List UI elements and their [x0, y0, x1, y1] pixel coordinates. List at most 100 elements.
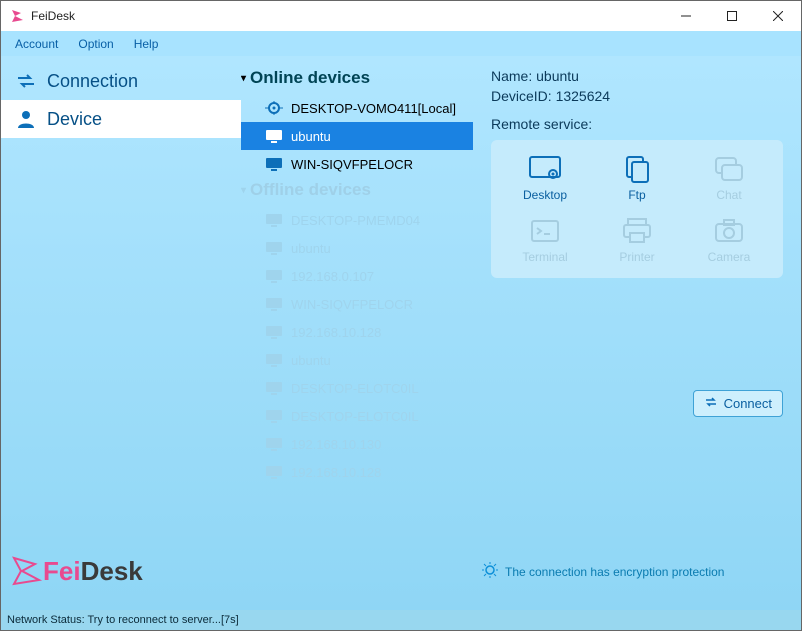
service-terminal-label: Terminal: [522, 250, 567, 264]
monitor-icon: [265, 381, 283, 395]
monitor-icon: [265, 129, 283, 143]
minimize-button[interactable]: [663, 1, 709, 31]
monitor-icon: [265, 353, 283, 367]
device-label: 192.168.10.128: [291, 465, 381, 480]
online-devices-header[interactable]: ▾ Online devices: [241, 66, 473, 94]
device-item[interactable]: 192.168.10.130: [241, 430, 473, 458]
maximize-button[interactable]: [709, 1, 755, 31]
nav-connection-label: Connection: [47, 71, 138, 92]
device-item[interactable]: WIN-SIQVFPELOCR: [241, 290, 473, 318]
chevron-down-icon: ▾: [241, 185, 246, 196]
desktop-icon: [527, 154, 563, 184]
device-item[interactable]: DESKTOP-ELOTC0IL: [241, 374, 473, 402]
device-id-label: DeviceID:: [491, 88, 552, 104]
connect-button[interactable]: Connect: [693, 390, 783, 417]
brand-fei: Fei: [43, 556, 81, 587]
menu-option[interactable]: Option: [70, 34, 121, 54]
service-ftp-label: Ftp: [628, 188, 645, 202]
offline-devices-header[interactable]: ▾ Offline devices: [241, 178, 473, 206]
device-label: 192.168.0.107: [291, 269, 374, 284]
online-devices-label: Online devices: [250, 68, 370, 88]
nav-connection[interactable]: Connection: [1, 62, 241, 100]
target-icon: [265, 101, 283, 115]
device-item[interactable]: DESKTOP-VOMO411[Local]: [241, 94, 473, 122]
brand-icon: [9, 554, 43, 588]
service-chat[interactable]: Chat: [685, 154, 773, 202]
terminal-icon: [527, 216, 563, 246]
monitor-icon: [265, 437, 283, 451]
services-box: Desktop Ftp Chat Terminal Printer Camera: [491, 140, 783, 278]
monitor-icon: [265, 325, 283, 339]
service-printer-label: Printer: [619, 250, 654, 264]
device-label: ubuntu: [291, 353, 331, 368]
device-list-panel: ▾ Online devices DESKTOP-VOMO411[Local] …: [241, 56, 473, 610]
device-label: DESKTOP-ELOTC0IL: [291, 381, 419, 396]
device-item[interactable]: DESKTOP-ELOTC0IL: [241, 402, 473, 430]
device-label: DESKTOP-VOMO411[Local]: [291, 101, 456, 116]
monitor-icon: [265, 297, 283, 311]
device-label: ubuntu: [291, 241, 331, 256]
device-label: 192.168.10.128: [291, 325, 381, 340]
device-label: DESKTOP-ELOTC0IL: [291, 409, 419, 424]
monitor-icon: [265, 213, 283, 227]
device-label: 192.168.10.130: [291, 437, 381, 452]
device-item[interactable]: DESKTOP-PMEMD04: [241, 206, 473, 234]
device-id-row: DeviceID: 1325624: [491, 88, 783, 104]
monitor-icon: [265, 269, 283, 283]
camera-icon: [711, 216, 747, 246]
left-nav: Connection Device: [1, 56, 241, 610]
service-camera[interactable]: Camera: [685, 216, 773, 264]
titlebar: FeiDesk: [1, 1, 801, 31]
copy-icon: [619, 154, 655, 184]
device-item[interactable]: ubuntu: [241, 122, 473, 150]
menubar: Account Option Help: [1, 31, 801, 56]
service-terminal[interactable]: Terminal: [501, 216, 589, 264]
printer-icon: [619, 216, 655, 246]
statusbar: Network Status: Try to reconnect to serv…: [1, 610, 801, 630]
brand-desk: Desk: [81, 556, 143, 587]
service-printer[interactable]: Printer: [593, 216, 681, 264]
device-name-value: ubuntu: [536, 68, 579, 84]
swap-arrows-icon: [15, 70, 37, 92]
device-label: DESKTOP-PMEMD04: [291, 213, 420, 228]
app-logo-icon: [9, 8, 25, 24]
window-controls: [663, 1, 801, 31]
service-desktop-label: Desktop: [523, 188, 567, 202]
remote-service-label: Remote service:: [491, 116, 783, 132]
brand-logo: Fei Desk: [9, 554, 143, 588]
encryption-note: The connection has encryption protection: [481, 561, 724, 582]
device-label: WIN-SIQVFPELOCR: [291, 157, 413, 172]
swap-arrows-icon: [704, 395, 718, 412]
device-item[interactable]: ubuntu: [241, 346, 473, 374]
device-item[interactable]: 192.168.0.107: [241, 262, 473, 290]
menu-account[interactable]: Account: [7, 34, 66, 54]
monitor-icon: [265, 409, 283, 423]
device-item[interactable]: 192.168.10.128: [241, 458, 473, 486]
chevron-down-icon: ▾: [241, 73, 246, 84]
statusbar-text: Network Status: Try to reconnect to serv…: [7, 614, 239, 626]
device-label: ubuntu: [291, 129, 331, 144]
connect-button-label: Connect: [724, 396, 772, 411]
device-item[interactable]: 192.168.10.128: [241, 318, 473, 346]
service-camera-label: Camera: [708, 250, 751, 264]
menu-help[interactable]: Help: [126, 34, 167, 54]
chat-icon: [711, 154, 747, 184]
lightbulb-icon: [481, 561, 499, 582]
device-item[interactable]: ubuntu: [241, 234, 473, 262]
window-title: FeiDesk: [31, 9, 663, 23]
main-area: Connection Device Fei Desk ▾ Online devi…: [1, 56, 801, 610]
service-ftp[interactable]: Ftp: [593, 154, 681, 202]
close-button[interactable]: [755, 1, 801, 31]
person-icon: [15, 108, 37, 130]
device-name-label: Name:: [491, 68, 532, 84]
nav-device[interactable]: Device: [1, 100, 241, 138]
nav-device-label: Device: [47, 109, 102, 130]
device-detail-panel: Name: ubuntu DeviceID: 1325624 Remote se…: [473, 56, 801, 610]
device-item[interactable]: WIN-SIQVFPELOCR: [241, 150, 473, 178]
monitor-icon: [265, 157, 283, 171]
service-desktop[interactable]: Desktop: [501, 154, 589, 202]
offline-devices-label: Offline devices: [250, 180, 371, 200]
monitor-icon: [265, 465, 283, 479]
device-label: WIN-SIQVFPELOCR: [291, 297, 413, 312]
encryption-note-text: The connection has encryption protection: [505, 565, 724, 579]
